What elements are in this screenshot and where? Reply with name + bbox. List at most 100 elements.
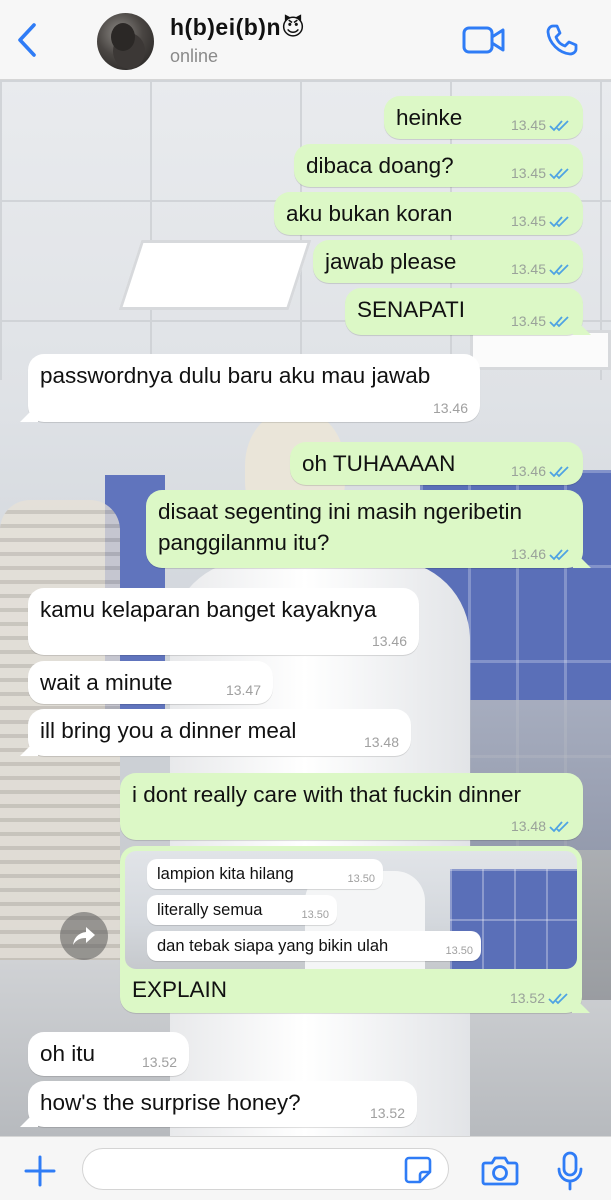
message-bubble-incoming[interactable]: kamu kelaparan banget kayaknya 13.46 [28,588,419,655]
message-time: 13.52 [369,1105,405,1121]
message-time: 13.52 [141,1054,177,1070]
message-time: 13.45 [510,213,546,229]
video-call-button[interactable] [460,20,508,60]
message-meta: 13.45 [511,166,571,180]
quoted-message-text: lampion kita hilang [157,865,294,883]
message-text: wait a minute [40,670,173,695]
wallpaper-light [118,240,312,310]
phone-icon [546,24,578,56]
contact-avatar[interactable] [97,13,154,70]
message-time: 13.46 [510,546,546,562]
message-time: 13.46 [432,400,468,416]
forward-arrow-icon [73,927,95,945]
quoted-message: literally semua 13.50 [147,895,337,925]
video-camera-icon [462,26,505,54]
message-meta: 13.45 [511,262,571,276]
contact-name[interactable]: h(b)ei(b)n😈 [170,14,306,41]
quoted-message-text: dan tebak siapa yang bikin ulah [157,937,389,955]
message-text: how's the surprise honey? [40,1090,301,1115]
contact-status: online [170,46,219,66]
message-text: passwordnya dulu baru aku mau jawab [40,363,431,388]
message-time: 13.45 [510,117,546,133]
message-time: 13.47 [225,682,261,698]
image-message-bubble[interactable]: lampion kita hilang 13.50 literally semu… [120,846,582,1013]
message-meta: 13.46 [372,634,407,648]
message-bubble-outgoing[interactable]: SENAPATI 13.45 [345,288,583,335]
read-ticks-icon [549,167,569,179]
wallpaper-light [470,330,611,370]
message-bubble-incoming[interactable]: ill bring you a dinner meal 13.48 [28,709,411,756]
message-meta: 13.46 [511,464,571,478]
plus-icon [24,1155,56,1187]
chat-header: h(b)ei(b)n😈 online [0,0,611,80]
camera-icon [481,1156,519,1186]
message-time: 13.45 [510,313,546,329]
read-ticks-icon [549,820,569,832]
camera-button[interactable] [478,1151,522,1191]
quoted-message-time: 13.50 [347,873,375,885]
message-meta: 13.52 [142,1055,177,1069]
quoted-message: dan tebak siapa yang bikin ulah 13.50 [147,931,481,961]
quoted-message: lampion kita hilang 13.50 [147,859,383,889]
message-time: 13.48 [363,734,399,750]
message-text: aku bukan koran [286,201,453,226]
message-time: 13.46 [510,463,546,479]
message-time: 13.46 [371,633,407,649]
message-bubble-incoming[interactable]: wait a minute 13.47 [28,661,273,704]
message-bubble-incoming[interactable]: how's the surprise honey? 13.52 [28,1081,417,1127]
message-bubble-outgoing[interactable]: aku bukan koran 13.45 [274,192,583,235]
sticker-button[interactable] [402,1154,434,1186]
read-ticks-icon [549,119,569,131]
message-meta: 13.45 [511,314,571,328]
message-meta: 13.45 [511,118,571,132]
message-meta: 13.48 [511,819,571,833]
message-text: i dont really care with that fuckin dinn… [132,782,521,807]
message-text: jawab please [325,249,457,274]
message-input-bar [0,1136,611,1200]
message-meta: 13.52 [370,1106,405,1120]
message-bubble-incoming[interactable]: passwordnya dulu baru aku mau jawab 13.4… [28,354,480,422]
read-ticks-icon [549,215,569,227]
read-ticks-icon [548,992,568,1004]
message-bubble-outgoing[interactable]: jawab please 13.45 [313,240,583,283]
sticker-icon [404,1156,432,1184]
message-bubble-incoming[interactable]: oh itu 13.52 [28,1032,189,1076]
forward-button[interactable] [60,912,108,960]
attach-button[interactable] [20,1151,60,1191]
message-text: disaat segenting ini masih ngeribetin [158,499,522,524]
read-ticks-icon [549,548,569,560]
voice-call-button[interactable] [540,20,584,60]
message-text: SENAPATI [357,297,465,322]
image-caption: EXPLAIN [132,977,228,1002]
message-text: ill bring you a dinner meal [40,718,297,743]
message-bubble-outgoing[interactable]: dibaca doang? 13.45 [294,144,583,187]
back-button[interactable] [10,18,44,62]
message-bubble-outgoing[interactable]: oh TUHAAAAN 13.46 [290,442,583,485]
message-bubble-outgoing[interactable]: i dont really care with that fuckin dinn… [120,773,583,840]
message-text: dibaca doang? [306,153,454,178]
quoted-message-text: literally semua [157,901,263,919]
message-input[interactable] [82,1148,449,1190]
message-bubble-outgoing[interactable]: heinke 13.45 [384,96,583,139]
screenshot-image[interactable]: lampion kita hilang 13.50 literally semu… [125,851,577,969]
message-text: kamu kelaparan banget kayaknya [40,597,377,622]
message-time: 13.45 [510,165,546,181]
message-text: heinke [396,105,463,130]
message-text: oh TUHAAAAN [302,451,456,476]
message-text-line-2: panggilanmu itu? [158,530,330,555]
message-time: 13.48 [510,818,546,834]
message-time: 13.45 [510,261,546,277]
message-meta: 13.52 [510,991,570,1005]
microphone-button[interactable] [553,1149,587,1193]
quoted-message-time: 13.50 [445,945,473,957]
message-text: oh itu [40,1041,96,1066]
quoted-message-time: 13.50 [301,909,329,921]
message-meta: 13.46 [433,401,468,415]
read-ticks-icon [549,315,569,327]
microphone-icon [557,1151,583,1191]
message-meta: 13.45 [511,214,571,228]
chevron-left-icon [18,23,36,57]
read-ticks-icon [549,465,569,477]
read-ticks-icon [549,263,569,275]
message-bubble-outgoing[interactable]: disaat segenting ini masih ngeribetin pa… [146,490,583,568]
